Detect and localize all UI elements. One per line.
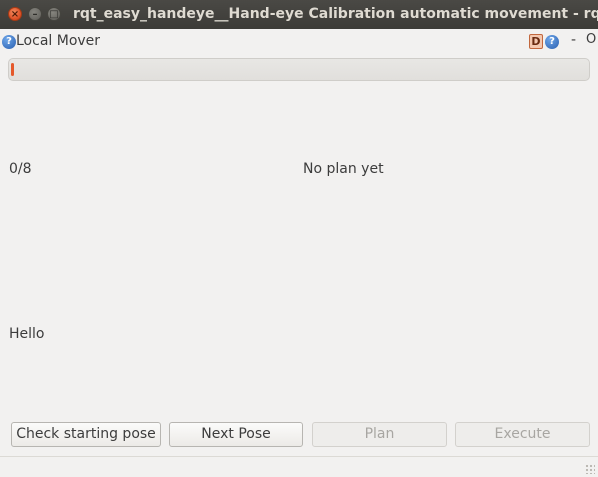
plan-button[interactable]: Plan bbox=[312, 422, 447, 447]
plan-status-label: No plan yet bbox=[303, 161, 384, 177]
window-titlebar: × – □ rqt_easy_handeye__Hand-eye Calibra… bbox=[0, 0, 598, 29]
execute-button[interactable]: Execute bbox=[455, 422, 590, 447]
dock-close-button[interactable]: O bbox=[586, 32, 596, 47]
dock-title: Local Mover bbox=[16, 33, 101, 49]
progress-bar-fill bbox=[11, 63, 14, 76]
window-close-button[interactable]: × bbox=[8, 7, 22, 21]
help-icon[interactable]: ? bbox=[2, 35, 16, 49]
message-label: Hello bbox=[9, 326, 45, 342]
progress-bar bbox=[8, 58, 590, 81]
resize-grip-icon[interactable] bbox=[585, 464, 595, 474]
status-bar bbox=[0, 456, 598, 477]
debug-d-icon[interactable]: D bbox=[529, 34, 543, 49]
pose-counter-label: 0/8 bbox=[9, 161, 32, 177]
window-title: rqt_easy_handeye__Hand-eye Calibration a… bbox=[73, 6, 598, 22]
window-maximize-button[interactable]: □ bbox=[47, 7, 61, 21]
dock-minimize-button[interactable]: - bbox=[571, 32, 576, 48]
check-starting-pose-button[interactable]: Check starting pose bbox=[11, 422, 161, 447]
dock-widget-titlebar: ? Local Mover D ? - O bbox=[0, 31, 598, 53]
help-icon-right[interactable]: ? bbox=[545, 35, 559, 49]
next-pose-button[interactable]: Next Pose bbox=[169, 422, 303, 447]
window-minimize-button[interactable]: – bbox=[28, 7, 42, 21]
